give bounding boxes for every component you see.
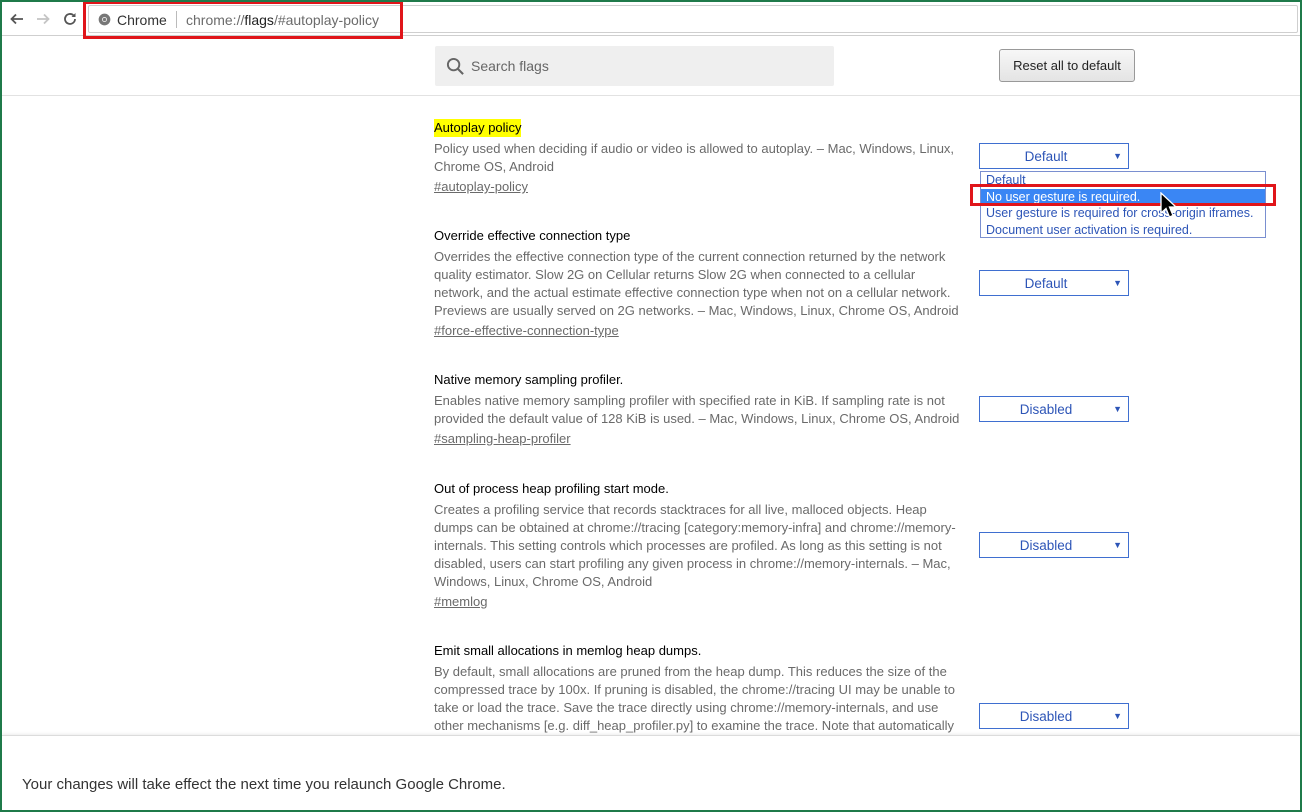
sampling-profiler-select[interactable]: Disabled ▼: [979, 396, 1129, 422]
search-icon: [446, 57, 464, 75]
reload-icon: [64, 13, 76, 25]
dropdown-arrow-icon: ▼: [1113, 151, 1122, 161]
dropdown-arrow-icon: ▼: [1113, 404, 1122, 414]
reload-button[interactable]: [59, 8, 81, 30]
relaunch-message: Your changes will take effect the next t…: [22, 776, 506, 793]
dropdown-arrow-icon: ▼: [1113, 711, 1122, 721]
memlog-select[interactable]: Disabled ▼: [979, 532, 1129, 558]
experiment-description: Creates a profiling service that records…: [434, 502, 956, 589]
search-box[interactable]: [435, 46, 834, 86]
experiment-title: Override effective connection type: [434, 228, 631, 243]
flags-header: Reset all to default: [2, 37, 1300, 96]
option-document-activation[interactable]: Document user activation is required.: [981, 222, 1265, 239]
experiment-description: Enables native memory sampling profiler …: [434, 393, 960, 426]
connection-type-select[interactable]: Default ▼: [979, 270, 1129, 296]
experiment-autoplay-policy: Autoplay policy Policy used when decidin…: [434, 119, 974, 196]
reset-all-button[interactable]: Reset all to default: [999, 49, 1135, 82]
experiment-override-connection: Override effective connection type Overr…: [434, 227, 974, 340]
forward-button[interactable]: [32, 8, 54, 30]
option-cross-origin-gesture[interactable]: User gesture is required for cross-origi…: [981, 205, 1265, 222]
search-input[interactable]: [471, 46, 826, 86]
experiment-title: Native memory sampling profiler.: [434, 372, 624, 387]
experiment-description: Overrides the effective connection type …: [434, 249, 959, 318]
experiment-title: Autoplay policy: [434, 119, 522, 137]
experiment-description: Policy used when deciding if audio or vi…: [434, 141, 955, 174]
forward-arrow-icon: [37, 13, 50, 25]
small-allocations-select[interactable]: Disabled ▼: [979, 703, 1129, 729]
relaunch-footer: Your changes will take effect the next t…: [2, 735, 1300, 810]
select-value: Default: [1024, 276, 1068, 291]
select-value: Default: [1024, 149, 1068, 164]
experiment-link[interactable]: #sampling-heap-profiler: [434, 430, 571, 448]
back-arrow-icon: [10, 13, 23, 25]
experiment-small-allocations: Emit small allocations in memlog heap du…: [434, 642, 974, 735]
dropdown-arrow-icon: ▼: [1113, 278, 1122, 288]
experiment-description: By default, small allocations are pruned…: [434, 664, 955, 733]
mouse-cursor-icon: [1160, 192, 1178, 218]
experiment-link[interactable]: #force-effective-connection-type: [434, 322, 619, 340]
dropdown-arrow-icon: ▼: [1113, 540, 1122, 550]
option-annotation-box: [970, 184, 1276, 206]
experiment-title: Out of process heap profiling start mode…: [434, 481, 669, 496]
experiment-link[interactable]: #autoplay-policy: [434, 178, 528, 196]
address-annotation-box: [83, 1, 403, 39]
experiment-title: Emit small allocations in memlog heap du…: [434, 643, 702, 658]
experiment-heap-profiling: Out of process heap profiling start mode…: [434, 480, 974, 611]
experiment-native-memory-sampling: Native memory sampling profiler. Enables…: [434, 371, 974, 448]
back-button[interactable]: [6, 8, 28, 30]
experiment-link[interactable]: #memlog: [434, 593, 487, 611]
autoplay-policy-select[interactable]: Default ▼: [979, 143, 1129, 169]
select-value: Disabled: [1019, 402, 1073, 417]
select-value: Disabled: [1019, 538, 1073, 553]
select-value: Disabled: [1019, 709, 1073, 724]
